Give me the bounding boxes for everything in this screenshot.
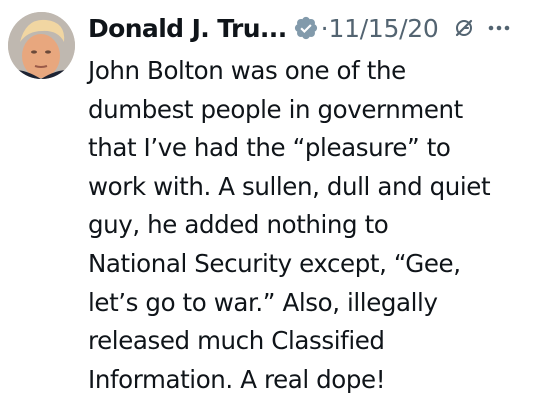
avatar[interactable] [8, 12, 75, 79]
tweet-text: John Bolton was one of the dumbest peopl… [88, 56, 491, 394]
grok-icon[interactable] [452, 16, 476, 40]
avatar-image [8, 12, 75, 79]
verified-badge-icon [293, 15, 319, 41]
more-options-icon[interactable] [486, 16, 512, 40]
header-separator: · [320, 13, 329, 43]
tweet-date[interactable]: 11/15/20 [329, 14, 439, 43]
author-name[interactable]: Donald J. Tru... [88, 14, 287, 43]
tweet-header: Donald J. Tru... · 11/15/20 [88, 6, 532, 50]
tweet: Donald J. Tru... · 11/15/20 John Bolton … [0, 0, 536, 412]
